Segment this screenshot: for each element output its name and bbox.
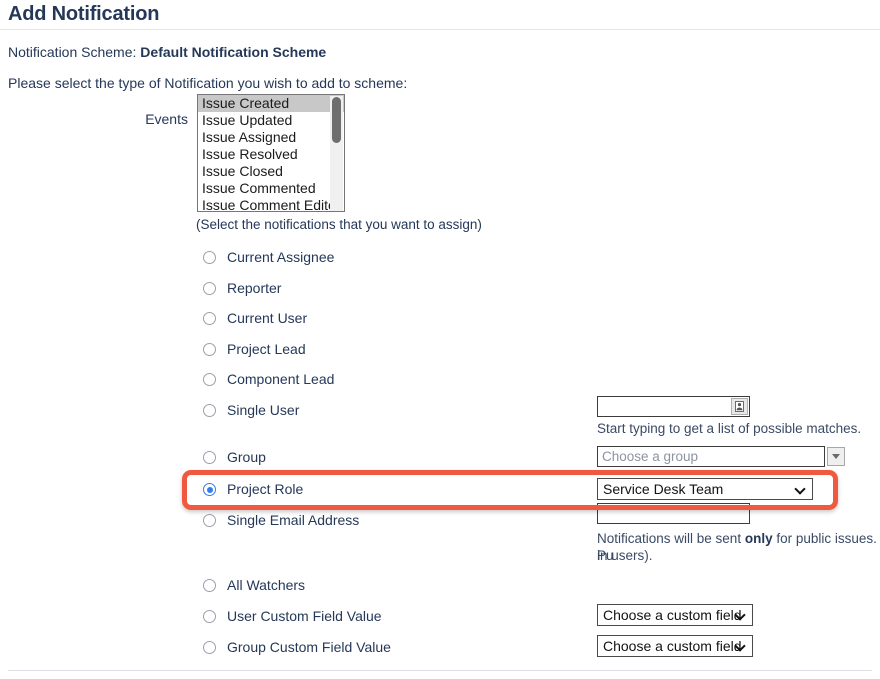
label-project-role: Project Role: [227, 481, 304, 497]
option-row-project-lead[interactable]: Project Lead: [0, 340, 880, 362]
events-option[interactable]: Issue Updated: [198, 112, 344, 129]
chevron-down-icon: [796, 485, 805, 494]
radio-reporter[interactable]: [203, 282, 216, 295]
option-row-all-watchers[interactable]: All Watchers: [0, 576, 880, 598]
label-single-user: Single User: [227, 402, 300, 418]
radio-single-email-address[interactable]: [203, 514, 216, 527]
chevron-down-icon: [736, 611, 745, 620]
events-option[interactable]: Issue Commented: [198, 180, 344, 197]
events-label: Events: [145, 111, 188, 127]
events-option[interactable]: Issue Resolved: [198, 146, 344, 163]
radio-single-user[interactable]: [203, 404, 216, 417]
single-email-helper-part1: Notifications will be sent: [597, 531, 745, 546]
page-title: Add Notification: [8, 3, 160, 25]
events-hint: (Select the notifications that you want …: [196, 217, 482, 232]
option-row-current-assignee[interactable]: Current Assignee: [0, 248, 880, 270]
label-group: Group: [227, 449, 266, 465]
radio-current-user[interactable]: [203, 312, 216, 325]
radio-user-custom-field-value[interactable]: [203, 610, 216, 623]
option-row-component-lead[interactable]: Component Lead: [0, 370, 880, 392]
events-listbox[interactable]: Issue Created Issue Updated Issue Assigned…: [197, 94, 345, 212]
radio-group-custom-field-value[interactable]: [203, 641, 216, 654]
group-combobox[interactable]: Choose a group: [597, 446, 825, 467]
bottom-divider: [8, 669, 872, 671]
events-option[interactable]: Issue Assigned: [198, 129, 344, 146]
events-option[interactable]: Issue Created: [198, 95, 344, 112]
radio-project-lead[interactable]: [203, 343, 216, 356]
scrollbar-thumb[interactable]: [332, 97, 341, 143]
label-reporter: Reporter: [227, 280, 282, 296]
radio-project-role[interactable]: [203, 483, 216, 496]
option-row-reporter[interactable]: Reporter: [0, 279, 880, 301]
events-listbox-scrollbar[interactable]: [330, 96, 343, 211]
instruction-text: Please select the type of Notification y…: [8, 75, 408, 91]
label-project-lead: Project Lead: [227, 341, 306, 357]
notification-scheme-line: Notification Scheme: Default Notificatio…: [0, 30, 880, 61]
notification-scheme-label: Notification Scheme:: [8, 44, 137, 60]
chevron-down-icon: [736, 642, 745, 651]
radio-current-assignee[interactable]: [203, 251, 216, 264]
group-custom-field-value: Choose a custom field: [603, 638, 742, 654]
radio-all-watchers[interactable]: [203, 579, 216, 592]
user-picker-icon[interactable]: [731, 398, 748, 415]
single-email-helper-line2: in users).: [597, 548, 653, 563]
events-option[interactable]: Issue Closed: [198, 163, 344, 180]
user-custom-field-value: Choose a custom field: [603, 607, 742, 623]
single-user-input[interactable]: [597, 396, 750, 417]
single-user-helper: Start typing to get a list of possible m…: [597, 421, 862, 436]
events-row: Events: [0, 106, 880, 226]
user-custom-field-select[interactable]: Choose a custom field: [597, 604, 753, 626]
label-component-lead: Component Lead: [227, 371, 335, 387]
project-role-select[interactable]: Service Desk Team: [597, 478, 813, 500]
events-option[interactable]: Issue Comment Edited: [198, 197, 344, 211]
label-single-email-address: Single Email Address: [227, 512, 360, 528]
label-group-custom-field-value: Group Custom Field Value: [227, 639, 391, 655]
radio-component-lead[interactable]: [203, 373, 216, 386]
single-email-helper-bold: only: [744, 531, 773, 546]
label-all-watchers: All Watchers: [227, 577, 306, 593]
label-current-user: Current User: [227, 310, 308, 326]
notification-scheme-value: Default Notification Scheme: [140, 44, 327, 60]
group-dropdown-arrow-icon[interactable]: [827, 447, 845, 466]
radio-group[interactable]: [203, 451, 216, 464]
option-row-current-user[interactable]: Current User: [0, 309, 880, 331]
group-custom-field-select[interactable]: Choose a custom field: [597, 635, 753, 657]
single-email-input[interactable]: [597, 503, 750, 524]
label-current-assignee: Current Assignee: [227, 249, 335, 265]
label-user-custom-field-value: User Custom Field Value: [227, 608, 382, 624]
project-role-selected-value: Service Desk Team: [603, 481, 724, 497]
